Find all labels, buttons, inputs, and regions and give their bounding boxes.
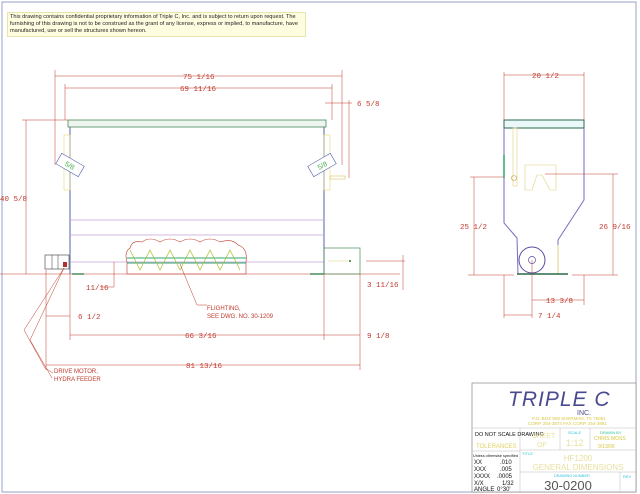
dim-overall-length: 81 13/16 bbox=[186, 363, 223, 371]
dim-right-box-height: 3 11/16 bbox=[367, 282, 399, 290]
scale-value: 1:12 bbox=[566, 438, 584, 448]
drawing-title-2: GENERAL DIMENSIONS bbox=[533, 463, 624, 472]
flighting-note-2: SEE DWG. NO. 30-1209 bbox=[207, 314, 274, 320]
auger-flighting bbox=[125, 238, 247, 275]
dim-side-left-height: 25 1/2 bbox=[460, 224, 487, 232]
dim-overall-top: 75 1/16 bbox=[183, 74, 215, 82]
right-tag: 5/8 bbox=[307, 152, 337, 178]
lid bbox=[67, 119, 327, 128]
side-lid bbox=[503, 119, 585, 129]
drawing-number: 30-0200 bbox=[544, 478, 592, 493]
svg-text:Unless otherwise specified: Unless otherwise specified bbox=[473, 454, 518, 458]
drive-motor bbox=[44, 254, 70, 270]
dim-motor-offset: 6 1/2 bbox=[78, 314, 101, 322]
svg-text:OF: OF bbox=[537, 442, 547, 449]
svg-text:0°30': 0°30' bbox=[497, 487, 511, 493]
svg-text:CHRIS MOSS: CHRIS MOSS bbox=[594, 436, 626, 442]
dim-side-right-height: 26 9/16 bbox=[599, 224, 631, 232]
drawing-title-1: HF1200 bbox=[564, 454, 593, 463]
svg-text:TITLE: TITLE bbox=[522, 451, 533, 456]
dim-side-width: 20 1/2 bbox=[532, 73, 559, 81]
dim-side-left-offset: 7 1/4 bbox=[538, 313, 561, 321]
dim-auger-offset: 11/16 bbox=[86, 285, 109, 293]
svg-text:SHEET: SHEET bbox=[532, 433, 556, 440]
motor-note-1: DRIVE MOTOR, bbox=[54, 369, 98, 375]
svg-text:TOLERANCES: TOLERANCES bbox=[476, 444, 517, 450]
title-block: TRIPLE C INC. P.O. BOX 508 SHERMAN, TX 7… bbox=[471, 382, 637, 493]
dim-right-offset: 6 5/8 bbox=[357, 101, 380, 109]
svg-text:XXXX: XXXX bbox=[474, 474, 490, 480]
svg-text:XXX: XXX bbox=[474, 467, 486, 473]
dim-side-right-offset: 13 3/8 bbox=[546, 298, 573, 306]
dim-inner-top: 69 11/16 bbox=[180, 86, 217, 94]
svg-text:CORP. 254-3874 FAX CORP. 25: CORP. 254-3874 FAX CORP. 254-3881 bbox=[528, 421, 607, 426]
dim-body-length: 66 3/16 bbox=[185, 333, 217, 341]
svg-text:.0005: .0005 bbox=[497, 474, 513, 480]
dim-height: 40 5/8 bbox=[0, 196, 27, 204]
svg-text:SCALE: SCALE bbox=[568, 430, 581, 435]
svg-text:.005: .005 bbox=[500, 467, 512, 473]
bracket bbox=[524, 164, 557, 191]
flighting-note-1: FLIGHTING, bbox=[207, 306, 241, 312]
company-logo: TRIPLE C bbox=[508, 388, 611, 411]
drawing-canvas: 5/8 5/8 75 1/16 69 11/16 6 5/8 40 5/8 11… bbox=[0, 1, 637, 493]
svg-text:9/13/06: 9/13/06 bbox=[598, 444, 615, 450]
svg-text:REV: REV bbox=[623, 474, 632, 479]
motor-note-2: HYDRA FEEDER bbox=[54, 377, 101, 383]
svg-text:ANGLE: ANGLE bbox=[474, 487, 494, 493]
svg-text:DRAWN BY: DRAWN BY bbox=[600, 430, 622, 435]
side-view: 20 1/2 25 1/2 26 9/16 13 3/8 7 1/4 bbox=[460, 72, 631, 321]
dim-right-box-length: 9 1/8 bbox=[367, 333, 390, 341]
svg-text:.010: .010 bbox=[500, 460, 512, 466]
hopper-outline bbox=[503, 128, 585, 275]
front-view: 5/8 5/8 75 1/16 69 11/16 6 5/8 40 5/8 11… bbox=[0, 70, 405, 383]
svg-text:XX: XX bbox=[474, 460, 482, 466]
